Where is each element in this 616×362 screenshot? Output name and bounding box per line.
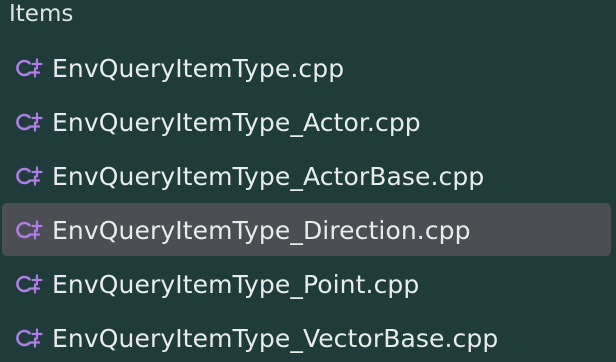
file-name: EnvQueryItemType_Direction.cpp: [52, 215, 471, 245]
cpp-file-icon: [13, 323, 51, 353]
file-list: EnvQueryItemType.cpp EnvQueryItemType_Ac…: [0, 41, 616, 362]
file-name: EnvQueryItemType_Point.cpp: [52, 269, 420, 299]
cpp-file-icon: [13, 269, 51, 299]
file-name: EnvQueryItemType.cpp: [52, 53, 345, 83]
file-item[interactable]: EnvQueryItemType.cpp: [0, 41, 616, 95]
file-item[interactable]: EnvQueryItemType_VectorBase.cpp: [0, 311, 616, 362]
section-header: Items: [9, 1, 74, 27]
cpp-file-icon: [13, 161, 51, 191]
cpp-file-icon: [13, 107, 51, 137]
file-name: EnvQueryItemType_VectorBase.cpp: [52, 323, 499, 353]
cpp-file-icon: [13, 215, 51, 245]
file-item[interactable]: EnvQueryItemType_ActorBase.cpp: [0, 149, 616, 203]
cpp-file-icon: [13, 53, 51, 83]
file-item[interactable]: EnvQueryItemType_Direction.cpp: [0, 203, 616, 257]
file-item[interactable]: EnvQueryItemType_Point.cpp: [0, 257, 616, 311]
file-name: EnvQueryItemType_ActorBase.cpp: [52, 161, 485, 191]
file-name: EnvQueryItemType_Actor.cpp: [52, 107, 421, 137]
file-item[interactable]: EnvQueryItemType_Actor.cpp: [0, 95, 616, 149]
